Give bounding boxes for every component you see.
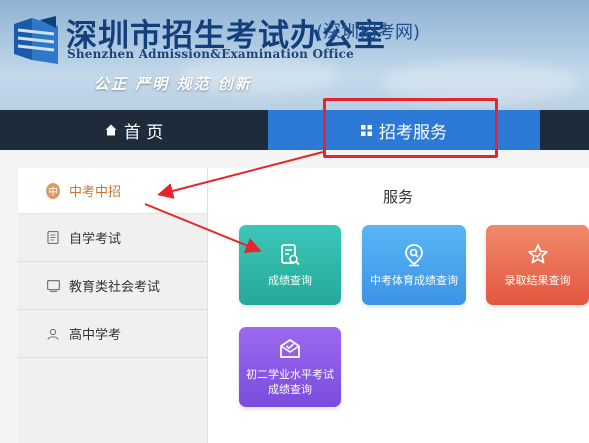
document-search-icon	[278, 243, 302, 267]
zhong-badge-icon: 中	[46, 182, 60, 199]
content-panel: 中 中考中招 自学考试 教育类社会考试 高中学考 服务 成绩查询 中考体育成绩查…	[18, 168, 589, 443]
main-nav: 首 页 招考服务	[0, 110, 589, 150]
sidebar: 中 中考中招 自学考试 教育类社会考试 高中学考	[18, 168, 208, 443]
tile-label: 中考体育成绩查询	[370, 273, 458, 287]
tile-label-line2: 成绩查询	[268, 383, 312, 396]
tile-label: 成绩查询	[268, 273, 312, 287]
tile-pe-score-query[interactable]: 中考体育成绩查询	[362, 225, 466, 305]
nav-home-label: 首 页	[123, 122, 164, 143]
tile-admission-result-query[interactable]: 录取结果查询	[486, 225, 589, 305]
user-icon	[46, 327, 60, 341]
sidebar-item-zhongkao[interactable]: 中 中考中招	[18, 168, 207, 214]
site-subtitle: (深圳招考网)	[316, 22, 421, 43]
sidebar-item-education-social-exam[interactable]: 教育类社会考试	[18, 262, 207, 310]
sidebar-item-high-school-exam[interactable]: 高中学考	[18, 310, 207, 358]
cloud-decoration	[380, 60, 580, 105]
site-logo-icon	[14, 16, 58, 64]
services-title: 服务	[382, 188, 413, 206]
certificate-icon	[46, 279, 60, 293]
tile-grade8-level-exam-query[interactable]: 初二学业水平考试 成绩查询	[239, 327, 341, 407]
sidebar-item-self-study-exam[interactable]: 自学考试	[18, 214, 207, 262]
location-search-icon	[402, 243, 426, 267]
envelope-check-icon	[278, 337, 302, 361]
sidebar-item-label: 教育类社会考试	[69, 280, 161, 295]
sidebar-item-label: 中考中招	[69, 185, 122, 200]
sidebar-item-label: 自学考试	[69, 232, 122, 247]
header-banner: 深圳市招生考试办公室 (深圳招考网) Shenzhen Admission&Ex…	[0, 0, 589, 110]
nav-exam-services[interactable]: 招考服务	[268, 110, 540, 150]
sidebar-item-label: 高中学考	[69, 328, 122, 343]
nav-exam-services-label: 招考服务	[379, 122, 447, 143]
tile-score-query[interactable]: 成绩查询	[239, 225, 341, 305]
nav-home[interactable]: 首 页	[0, 110, 268, 150]
star-badge-icon	[526, 243, 550, 267]
site-english-name: Shenzhen Admission&Examination Office	[67, 47, 354, 61]
grid-icon	[361, 124, 372, 136]
tile-label-line1: 初二学业水平考试	[246, 368, 334, 381]
tile-label: 录取结果查询	[504, 273, 571, 287]
home-icon	[105, 124, 117, 136]
site-motto: 公正 严明 规范 创新	[94, 75, 252, 93]
book-icon	[46, 231, 60, 245]
